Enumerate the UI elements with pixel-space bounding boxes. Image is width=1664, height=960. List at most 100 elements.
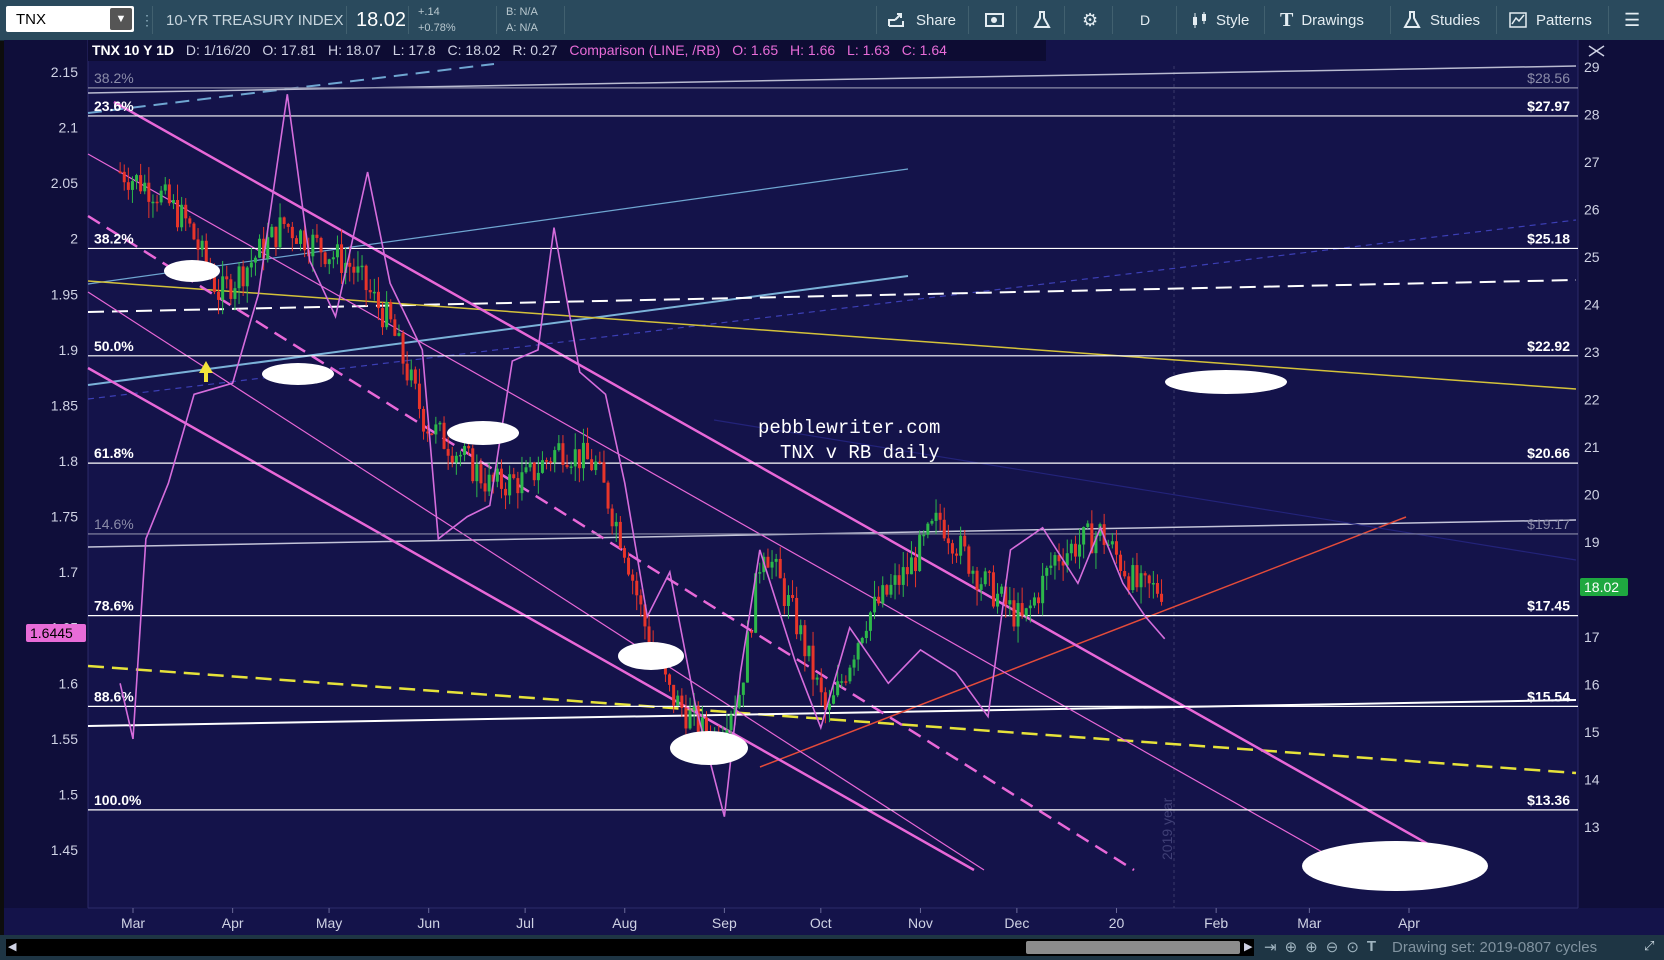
zoom-in-icon[interactable]: ⊕	[1305, 938, 1318, 956]
candle-body	[335, 244, 339, 258]
x-axis-tick-label: May	[316, 915, 342, 931]
candle-body	[1127, 576, 1131, 591]
candle-body	[975, 570, 979, 590]
highlight-ellipse	[262, 363, 334, 385]
scrollbar-thumb[interactable]	[1026, 941, 1240, 954]
price-change: +.14	[418, 6, 440, 18]
legend-row: TNX 10 Y 1D D: 1/16/20 O: 17.81 H: 18.07…	[92, 42, 947, 58]
left-axis-tick-label: 1.55	[51, 731, 78, 747]
last-price: 18.02	[356, 8, 407, 31]
drawings-button[interactable]: T Drawings	[1280, 0, 1364, 40]
left-axis-tick-label: 2.05	[51, 175, 78, 191]
candle-body	[573, 449, 577, 467]
candle-body	[130, 181, 134, 190]
symbol-dropdown-icon[interactable]: ▼	[110, 8, 132, 30]
candle-body	[1037, 597, 1041, 604]
studies-label: Studies	[1430, 11, 1481, 29]
left-axis-tick-label: 1.45	[51, 842, 78, 858]
candle-body	[922, 534, 926, 537]
candle-body	[959, 535, 963, 556]
candle-body	[331, 257, 335, 260]
right-axis-tick-label: 17	[1584, 629, 1600, 645]
candle-body	[176, 199, 180, 228]
candle-body	[180, 204, 184, 228]
left-axis-tick-label: 1.5	[59, 786, 79, 802]
symbol-input[interactable]: TNX ▼	[6, 6, 134, 32]
scroll-right-icon[interactable]: ▶	[1244, 940, 1252, 953]
candle-body	[528, 462, 532, 468]
horizontal-scrollbar[interactable]: ◀ ▶	[6, 939, 1254, 956]
candle-body	[594, 461, 598, 471]
right-axis-tick-label: 23	[1584, 344, 1600, 360]
interval-button[interactable]: D	[1140, 0, 1150, 40]
candle-body	[233, 288, 237, 299]
settings-button[interactable]: ⚙	[1082, 0, 1098, 40]
style-label: Style	[1216, 11, 1250, 29]
candle-body	[1078, 544, 1082, 557]
candle-body	[1143, 573, 1147, 576]
patterns-button[interactable]: Patterns	[1508, 0, 1592, 40]
left-axis-tick-label: 2	[70, 231, 78, 247]
candle-body	[811, 645, 815, 680]
fib-level-value: $25.18	[1527, 230, 1570, 246]
style-button[interactable]: Style	[1190, 0, 1249, 40]
candle-body	[1114, 541, 1118, 555]
text-tool-icon[interactable]: T	[1367, 938, 1376, 956]
chart-area[interactable]: 2019 year 38.2% $28.56 23.6% $27.97 38.2% $25…	[4, 40, 1664, 935]
chart-canvas[interactable]: 2019 year 38.2% $28.56 23.6% $27.97 38.2% $25…	[4, 40, 1664, 935]
crosshair-icon[interactable]: ⊕	[1285, 938, 1298, 956]
right-axis-tick-label: 16	[1584, 677, 1600, 693]
right-axis-tick-label: 14	[1584, 772, 1600, 788]
candle-body	[258, 238, 262, 258]
candle-body	[516, 478, 520, 494]
candle-body	[569, 466, 573, 468]
x-axis-tick-label: Nov	[908, 915, 933, 931]
candle-body	[1160, 593, 1164, 602]
chart-layout-button[interactable]	[984, 0, 1006, 40]
candle-body	[586, 442, 590, 460]
candle-body	[618, 521, 622, 549]
candle-body	[860, 637, 864, 644]
candle-body	[483, 483, 487, 492]
legend-date: D: 1/16/20	[186, 42, 251, 58]
watermark-line-1: pebblewriter.com	[758, 417, 940, 439]
drawing-set-label: Drawing set: 2019-0807 cycles	[1392, 939, 1598, 956]
share-button[interactable]: Share	[886, 0, 956, 40]
layout-icon	[985, 13, 1004, 27]
candle-body	[1053, 555, 1057, 566]
fib-level-label: 61.8%	[94, 445, 134, 461]
candle-body	[631, 574, 635, 581]
candle-body	[315, 234, 319, 238]
expand-icon[interactable]: ⤢	[1644, 938, 1654, 954]
x-axis-tick-label: Apr	[1398, 915, 1420, 931]
candle-body	[852, 659, 856, 668]
scroll-left-icon[interactable]: ◀	[8, 940, 16, 953]
zoom-reset-icon[interactable]: ⊙	[1346, 938, 1359, 956]
candle-body	[290, 226, 294, 239]
candle-body	[1028, 605, 1032, 609]
studies-button[interactable]: Studies	[1402, 0, 1480, 40]
menu-button[interactable]: ☰	[1624, 0, 1640, 40]
candle-body	[212, 275, 216, 292]
right-axis-tick-label: 26	[1584, 202, 1600, 218]
fib-level-value: $22.92	[1527, 338, 1570, 354]
fib-level-value: $27.97	[1527, 98, 1570, 114]
candle-body	[889, 584, 893, 595]
candle-body	[1008, 600, 1012, 605]
scroll-step-icon[interactable]: ⇥	[1264, 938, 1277, 956]
x-axis-tick-label: Dec	[1004, 915, 1029, 931]
zoom-out-icon[interactable]: ⊖	[1326, 938, 1339, 956]
candle-body	[422, 408, 426, 432]
candle-body	[434, 424, 438, 435]
divider	[1016, 6, 1017, 34]
candle-body	[938, 512, 942, 520]
symbol-description: 10-YR TREASURY INDEX	[166, 11, 344, 29]
candle-body	[299, 230, 303, 244]
x-axis-tick-label: Sep	[712, 915, 737, 931]
left-axis-tick-label: 1.8	[59, 453, 79, 469]
candle-body	[1045, 567, 1049, 576]
x-axis-tick-label: Aug	[612, 915, 637, 931]
flask-button[interactable]	[1032, 0, 1052, 40]
x-axis-tick-label: Feb	[1204, 915, 1228, 931]
divider	[1064, 6, 1065, 34]
